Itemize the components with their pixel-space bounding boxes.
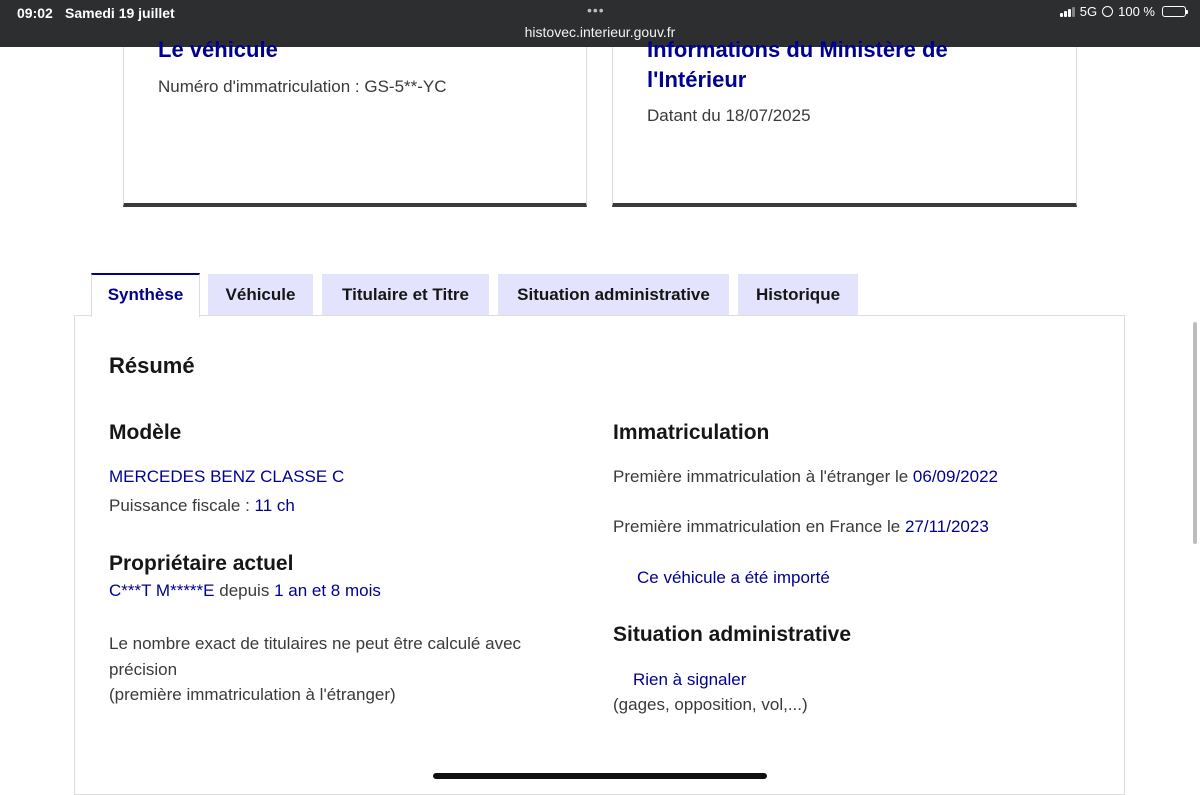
foreign-registration: Première immatriculation à l'étranger le… (613, 467, 998, 487)
fiscal-power: Puissance fiscale : 11 ch (109, 496, 295, 516)
home-indicator[interactable] (433, 773, 767, 779)
scrollbar[interactable] (1193, 322, 1197, 544)
owner-line: C***T M*****E depuis 1 an et 8 mois (109, 581, 381, 601)
vehicle-card-title: Le véhicule (158, 37, 278, 62)
model-heading: Modèle (109, 421, 182, 444)
registration-heading: Immatriculation (613, 421, 770, 444)
tab-situation-administrative[interactable]: Situation administrative (498, 274, 729, 315)
owner-note-line3: (première immatriculation à l'étranger) (109, 685, 396, 704)
owner-name: C***T M*****E (109, 581, 215, 600)
summary-heading: Résumé (109, 353, 195, 378)
tab-vehicule[interactable]: Véhicule (208, 274, 313, 315)
tab-synthese[interactable]: Synthèse (91, 273, 200, 317)
battery-icon (1162, 6, 1188, 17)
ministry-date-text: Datant du 18/07/2025 (647, 106, 811, 125)
battery-label: 100 % (1118, 4, 1155, 19)
france-registration-label: Première immatriculation en France le (613, 517, 905, 536)
foreign-registration-date: 06/09/2022 (912, 467, 999, 486)
fiscal-power-label: Puissance fiscale : (109, 496, 255, 515)
admin-situation-heading: Situation administrative (613, 623, 852, 646)
ministry-card-title: Informations du Ministère de l'Intérieur (647, 35, 948, 95)
foreign-registration-label: Première immatriculation à l'étranger le (613, 467, 913, 486)
owner-duration: 1 an et 8 mois (274, 581, 381, 600)
owner-count-note: Le nombre exact de titulaires ne peut êt… (109, 631, 521, 708)
orientation-lock-icon (1102, 6, 1114, 17)
status-indicators: 5G 100 % (1059, 4, 1188, 19)
plate-number-text: Numéro d'immatriculation : GS-5**-YC (158, 77, 447, 96)
admin-situation-details: (gages, opposition, vol,...) (613, 695, 808, 714)
owner-since-label: depuis (214, 581, 275, 600)
status-time: 09:02 (17, 5, 53, 21)
tab-historique[interactable]: Historique (738, 274, 858, 315)
synthese-panel: Résumé Modèle MERCEDES BENZ CLASSE C Pui… (74, 315, 1125, 795)
status-date: Samedi 19 juillet (65, 5, 175, 21)
admin-situation-status: Rien à signaler (633, 670, 747, 689)
owner-note-line2: précision (109, 659, 178, 679)
imported-vehicle-notice: Ce véhicule a été importé (637, 568, 830, 587)
ministry-card: Informations du Ministère de l'Intérieur… (612, 37, 1077, 207)
ministry-title-line1: Informations du Ministère de (647, 37, 948, 62)
more-options-icon[interactable]: ••• (587, 2, 605, 18)
france-registration-date: 27/11/2023 (904, 517, 989, 536)
ministry-title-line2: l'Intérieur (647, 67, 747, 92)
france-registration: Première immatriculation en France le 27… (613, 517, 989, 537)
model-name: MERCEDES BENZ CLASSE C (109, 467, 345, 486)
tab-titulaire-et-titre[interactable]: Titulaire et Titre (322, 274, 489, 315)
fiscal-power-value: 11 ch (254, 496, 295, 515)
network-label: 5G (1079, 4, 1098, 19)
signal-icon (1059, 6, 1075, 17)
owner-note-line1: Le nombre exact de titulaires ne peut êt… (109, 634, 522, 653)
vehicle-card: Le véhicule Numéro d'immatriculation : G… (123, 37, 587, 207)
owner-heading: Propriétaire actuel (109, 552, 294, 575)
